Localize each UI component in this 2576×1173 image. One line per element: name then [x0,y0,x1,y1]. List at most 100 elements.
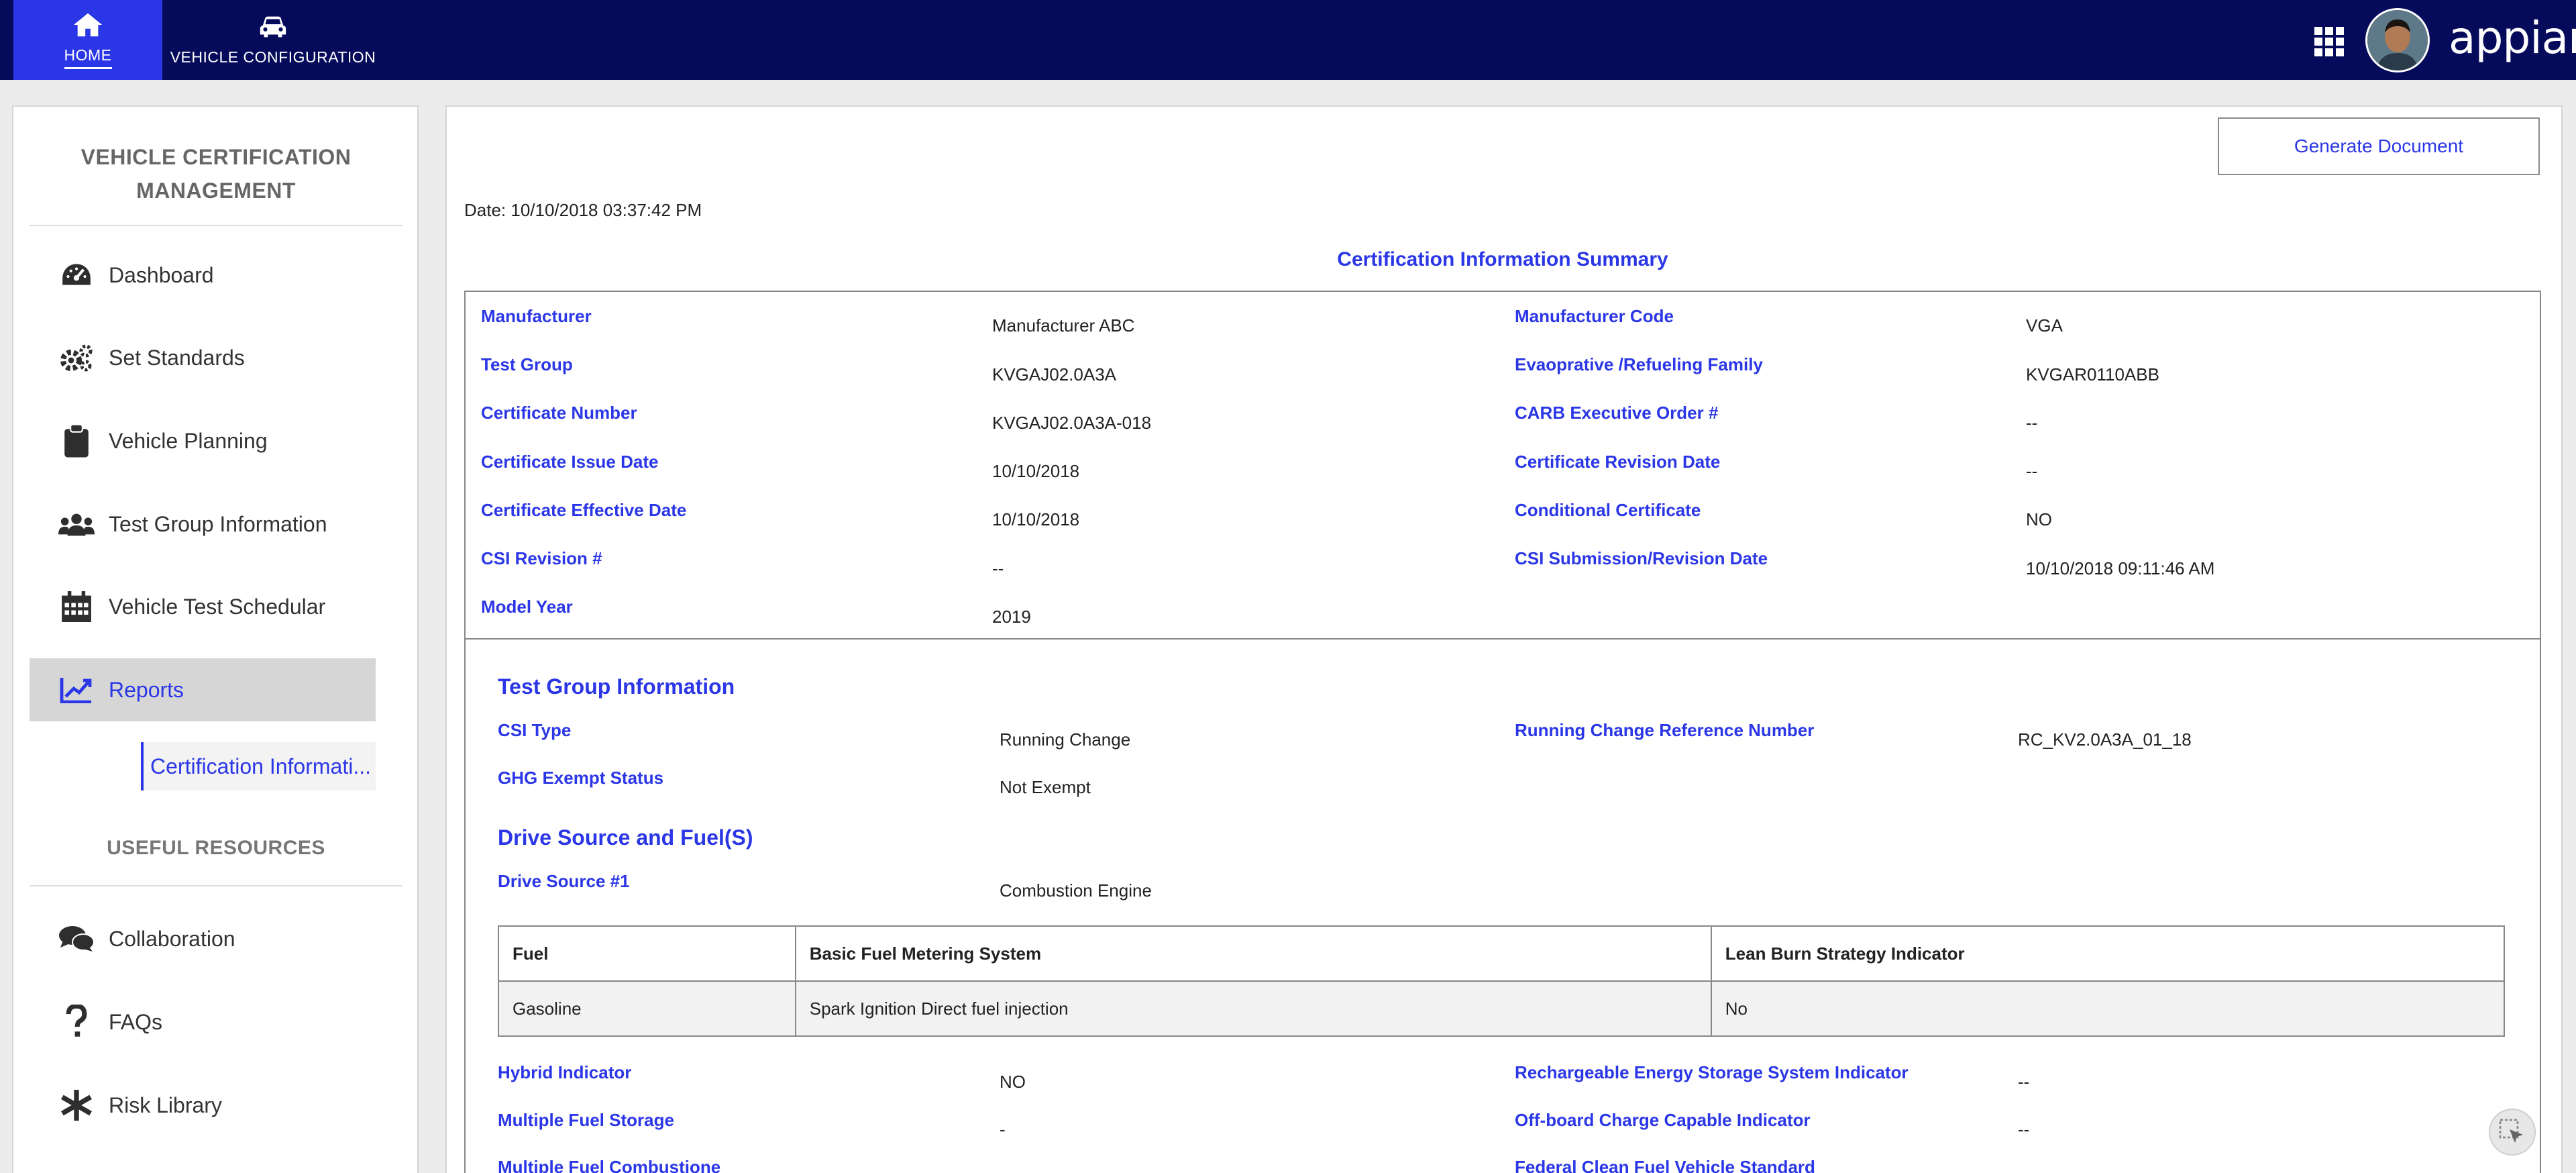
tab-home-label: HOME [64,46,112,69]
field-value-csi-type: Running Change [1000,729,1131,750]
field-value-model-year: 2019 [992,607,1031,627]
field-label-manufacturer-code: Manufacturer Code [1515,306,1674,326]
field-label-conditional-certificate: Conditional Certificate [1515,500,1701,520]
field-value-certificate-number: KVGAJ02.0A3A-018 [992,413,1152,433]
table-row: Gasoline Spark Ignition Direct fuel inje… [498,980,2506,1037]
field-value-conditional-certificate: NO [2026,509,2052,529]
field-label-csi-revision: CSI Revision # [481,548,602,568]
sidebar-item-label: Reports [109,677,184,702]
field-value-test-group: KVGAJ02.0A3A [992,364,1116,385]
sidebar-item-label: Vehicle Planning [109,428,268,453]
field-label-test-group: Test Group [481,354,573,374]
field-label-multiple-fuel-storage: Multiple Fuel Storage [498,1110,674,1130]
home-icon [73,13,103,36]
column-header-lean-burn-strategy-indicator: Lean Burn Strategy Indicator [1710,925,2506,982]
field-label-off-board-charge-capable: Off-board Charge Capable Indicator [1515,1110,1811,1130]
sidebar-subitem-certification-information[interactable]: Certification Informati... [141,742,376,790]
field-value-hybrid-indicator: NO [1000,1072,1026,1092]
sidebar: VEHICLE CERTIFICATION MANAGEMENT Dashboa… [12,105,419,1173]
table-cell-lean-burn-strategy-indicator: No [1710,980,2506,1037]
field-label-certificate-number: Certificate Number [481,403,637,423]
sidebar-title: VEHICLE CERTIFICATION MANAGEMENT [30,140,402,207]
sidebar-item-reports[interactable]: Reports [30,658,376,721]
field-value-certificate-issue-date: 10/10/2018 [992,461,1080,481]
car-icon [260,16,286,38]
field-value-csi-submission-revision-date: 10/10/2018 09:11:46 AM [2026,558,2215,578]
field-value-certificate-revision-date: -- [2026,461,2038,481]
sidebar-item-vehicle-planning[interactable]: Vehicle Planning [30,409,376,472]
field-value-certificate-effective-date: 10/10/2018 [992,509,1080,529]
fuel-table-header-row: Fuel Basic Fuel Metering System Lean Bur… [498,925,2506,982]
cursor-assist-button[interactable] [2489,1109,2536,1156]
field-label-drive-source-1: Drive Source #1 [498,871,630,891]
field-value-multiple-fuel-storage: - [1000,1119,1006,1139]
sidebar-divider [30,885,402,886]
field-label-running-change-reference-number: Running Change Reference Number [1515,720,1815,740]
sidebar-item-label: FAQs [109,1009,163,1034]
table-cell-basic-fuel-metering-system: Spark Ignition Direct fuel injection [794,980,1712,1037]
asterisk-icon [58,1086,95,1124]
tab-vehicle-configuration-label: VEHICLE CONFIGURATION [170,48,376,66]
field-value-evaporative-refueling-family: KVGAR0110ABB [2026,364,2159,385]
sidebar-item-label: Collaboration [109,926,235,951]
drive-source-heading: Drive Source and Fuel(S) [498,825,753,850]
gears-icon [58,339,95,376]
useful-resources-heading: USEFUL RESOURCES [107,837,325,859]
field-value-running-change-reference-number: RC_KV2.0A3A_01_18 [2018,729,2192,750]
user-avatar[interactable] [2365,8,2430,72]
calendar-icon [58,588,95,625]
test-group-information-heading: Test Group Information [498,674,735,699]
apps-grid-icon[interactable] [2314,27,2344,56]
field-label-certificate-issue-date: Certificate Issue Date [481,452,659,472]
sidebar-item-set-standards[interactable]: Set Standards [30,326,376,389]
sidebar-item-collaboration[interactable]: Collaboration [30,907,376,970]
field-value-ghg-exempt-status: Not Exempt [1000,777,1091,797]
field-label-federal-clean-fuel-vehicle-standard: Federal Clean Fuel Vehicle Standard [1515,1157,1815,1173]
sidebar-item-label: Dashboard [109,262,214,287]
question-mark-icon [58,1003,95,1041]
field-value-rechargeable-energy-storage: -- [2018,1072,2030,1092]
test-group-section-box [464,640,2541,1173]
field-label-carb-executive-order: CARB Executive Order # [1515,403,1719,423]
field-value-manufacturer: Manufacturer ABC [992,315,1135,336]
field-label-ghg-exempt-status: GHG Exempt Status [498,768,664,788]
field-label-manufacturer: Manufacturer [481,306,592,326]
sidebar-item-test-group-information[interactable]: Test Group Information [30,493,376,556]
document-date: Date: 10/10/2018 03:37:42 PM [464,200,702,220]
sidebar-item-label: Vehicle Test Schedular [109,594,326,619]
field-label-csi-type: CSI Type [498,720,572,740]
sidebar-item-dashboard[interactable]: Dashboard [30,244,376,307]
sidebar-title-line1: VEHICLE CERTIFICATION [80,145,352,169]
column-header-fuel: Fuel [498,925,796,982]
user-portrait-icon [2367,10,2428,70]
clipboard-icon [58,422,95,460]
sidebar-item-label: Set Standards [109,345,245,370]
users-group-icon [58,505,95,543]
field-value-drive-source-1: Combustion Engine [1000,880,1152,901]
field-label-certificate-effective-date: Certificate Effective Date [481,500,687,520]
table-cell-fuel: Gasoline [498,980,796,1037]
sidebar-item-label: Test Group Information [109,511,327,536]
sidebar-divider [30,225,402,226]
dashboard-gauge-icon [58,256,95,294]
column-header-basic-fuel-metering-system: Basic Fuel Metering System [794,925,1712,982]
generate-document-button[interactable]: Generate Document [2218,117,2540,175]
sidebar-item-vehicle-test-schedular[interactable]: Vehicle Test Schedular [30,575,376,638]
field-value-manufacturer-code: VGA [2026,315,2063,336]
cursor-pointer-icon [2499,1119,2523,1143]
tab-home[interactable]: HOME [13,0,162,80]
field-label-hybrid-indicator: Hybrid Indicator [498,1062,632,1082]
field-label-model-year: Model Year [481,597,573,617]
field-label-multiple-fuel-combustion: Multiple Fuel Combustione [498,1157,721,1173]
appian-logo: appian [2449,12,2576,64]
field-label-rechargeable-energy-storage: Rechargeable Energy Storage System Indic… [1515,1062,1909,1082]
field-label-csi-submission-revision-date: CSI Submission/Revision Date [1515,548,1768,568]
field-value-off-board-charge-capable: -- [2018,1119,2030,1139]
field-label-certificate-revision-date: Certificate Revision Date [1515,452,1721,472]
sidebar-item-risk-library[interactable]: Risk Library [30,1074,376,1137]
fuel-table: Fuel Basic Fuel Metering System Lean Bur… [498,925,2506,1037]
tab-vehicle-configuration[interactable]: VEHICLE CONFIGURATION [162,0,384,80]
field-value-carb-executive-order: -- [2026,413,2038,433]
sidebar-title-line2: MANAGEMENT [136,178,296,203]
sidebar-item-faqs[interactable]: FAQs [30,990,376,1054]
